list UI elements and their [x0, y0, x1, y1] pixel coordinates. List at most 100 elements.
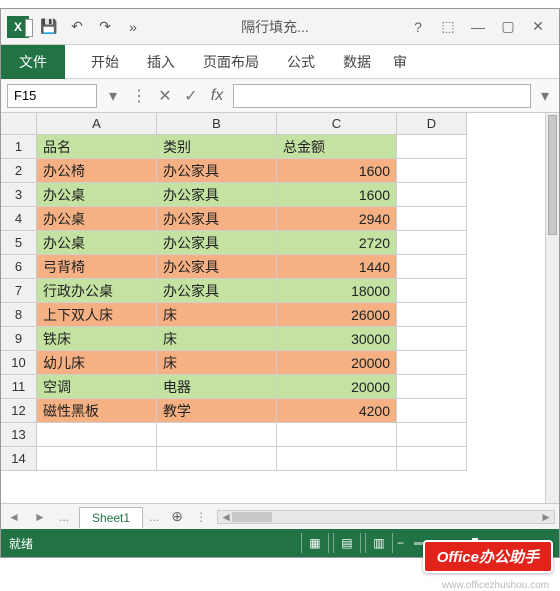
cell[interactable]: 办公家具 [157, 231, 277, 255]
new-sheet-button[interactable]: ⊕ [165, 508, 189, 525]
row-header[interactable]: 14 [1, 447, 37, 471]
cell[interactable]: 办公家具 [157, 255, 277, 279]
view-page-layout-button[interactable]: ▤ [333, 533, 361, 553]
cell[interactable]: 办公家具 [157, 207, 277, 231]
cell[interactable]: 办公家具 [157, 183, 277, 207]
undo-button[interactable]: ↶ [63, 13, 91, 41]
row-header[interactable]: 2 [1, 159, 37, 183]
qat-more-icon[interactable]: » [119, 13, 147, 41]
vertical-scrollbar[interactable] [545, 113, 559, 503]
col-header-d[interactable]: D [397, 113, 467, 135]
row-header[interactable]: 8 [1, 303, 37, 327]
cell[interactable] [37, 447, 157, 471]
tab-insert[interactable]: 插入 [133, 45, 189, 79]
name-box[interactable] [7, 84, 97, 108]
cell[interactable]: 床 [157, 351, 277, 375]
cell[interactable]: 1600 [277, 183, 397, 207]
cell[interactable] [397, 303, 467, 327]
cell[interactable] [397, 135, 467, 159]
horizontal-scrollbar[interactable]: ◄ ► [217, 510, 555, 524]
tab-page-layout[interactable]: 页面布局 [189, 45, 273, 79]
cell[interactable] [157, 423, 277, 447]
sheet-nav-menu-icon[interactable]: ... [53, 510, 75, 524]
cell[interactable]: 教学 [157, 399, 277, 423]
col-header-b[interactable]: B [157, 113, 277, 135]
sheet-prev-icon[interactable]: ◄ [8, 510, 20, 524]
enter-icon[interactable]: ✓ [181, 86, 201, 106]
ribbon-options-button[interactable]: ⬚ [433, 13, 463, 41]
col-header-a[interactable]: A [37, 113, 157, 135]
cell[interactable] [37, 423, 157, 447]
cell[interactable]: 办公桌 [37, 183, 157, 207]
redo-button[interactable]: ↷ [91, 13, 119, 41]
cell[interactable]: 磁性黑板 [37, 399, 157, 423]
fbar-expand-icon[interactable]: ▾ [537, 86, 553, 106]
maximize-button[interactable]: ▢ [493, 13, 523, 41]
hscroll-right-icon[interactable]: ► [540, 510, 552, 524]
cell[interactable] [397, 351, 467, 375]
name-box-dropdown-icon[interactable]: ▾ [103, 86, 123, 106]
cell[interactable] [397, 255, 467, 279]
cell[interactable] [397, 423, 467, 447]
cell[interactable]: 1600 [277, 159, 397, 183]
row-header[interactable]: 11 [1, 375, 37, 399]
cell[interactable] [277, 447, 397, 471]
vscroll-thumb[interactable] [548, 115, 557, 235]
row-header[interactable]: 4 [1, 207, 37, 231]
cell[interactable] [397, 327, 467, 351]
select-all-corner[interactable] [1, 113, 37, 135]
view-normal-button[interactable]: ▦ [301, 533, 329, 553]
cell[interactable]: 类别 [157, 135, 277, 159]
hscroll-left-icon[interactable]: ◄ [220, 510, 232, 524]
cell[interactable]: 床 [157, 303, 277, 327]
row-header[interactable]: 3 [1, 183, 37, 207]
cell[interactable]: 2720 [277, 231, 397, 255]
tab-formulas[interactable]: 公式 [273, 45, 329, 79]
hscroll-thumb[interactable] [232, 512, 272, 522]
col-header-c[interactable]: C [277, 113, 397, 135]
cell[interactable]: 4200 [277, 399, 397, 423]
cell[interactable] [397, 375, 467, 399]
minimize-button[interactable]: — [463, 13, 493, 41]
cell[interactable]: 20000 [277, 375, 397, 399]
cell[interactable]: 办公椅 [37, 159, 157, 183]
row-header[interactable]: 13 [1, 423, 37, 447]
tab-more[interactable]: 审 [385, 45, 411, 79]
row-header[interactable]: 12 [1, 399, 37, 423]
save-button[interactable]: 💾 [35, 13, 63, 41]
expand-fbar-icon[interactable]: ⋮ [129, 86, 149, 106]
cell[interactable]: 上下双人床 [37, 303, 157, 327]
cell[interactable]: 空调 [37, 375, 157, 399]
tab-file[interactable]: 文件 [1, 45, 65, 79]
cell[interactable]: 18000 [277, 279, 397, 303]
fx-icon[interactable]: fx [207, 87, 227, 105]
view-page-break-button[interactable]: ▥ [365, 533, 393, 553]
cell[interactable]: 幼儿床 [37, 351, 157, 375]
cell[interactable]: 20000 [277, 351, 397, 375]
tab-data[interactable]: 数据 [329, 45, 385, 79]
cell[interactable]: 办公桌 [37, 207, 157, 231]
cell[interactable]: 26000 [277, 303, 397, 327]
cell[interactable]: 2940 [277, 207, 397, 231]
cell[interactable]: 铁床 [37, 327, 157, 351]
cell[interactable]: 弓背椅 [37, 255, 157, 279]
cell[interactable]: 行政办公桌 [37, 279, 157, 303]
row-header[interactable]: 9 [1, 327, 37, 351]
cell[interactable]: 床 [157, 327, 277, 351]
row-header[interactable]: 6 [1, 255, 37, 279]
cell[interactable] [157, 447, 277, 471]
help-button[interactable]: ? [403, 13, 433, 41]
cell[interactable] [397, 447, 467, 471]
row-header[interactable]: 7 [1, 279, 37, 303]
formula-bar[interactable] [233, 84, 531, 108]
tab-home[interactable]: 开始 [77, 45, 133, 79]
cell[interactable]: 总金额 [277, 135, 397, 159]
close-button[interactable]: ✕ [523, 13, 553, 41]
cell[interactable] [397, 159, 467, 183]
cell[interactable] [397, 231, 467, 255]
cell[interactable] [397, 279, 467, 303]
cell[interactable] [277, 423, 397, 447]
row-header[interactable]: 10 [1, 351, 37, 375]
sheet-next-icon[interactable]: ► [34, 510, 46, 524]
sheet-more-icon[interactable]: ... [143, 510, 165, 524]
